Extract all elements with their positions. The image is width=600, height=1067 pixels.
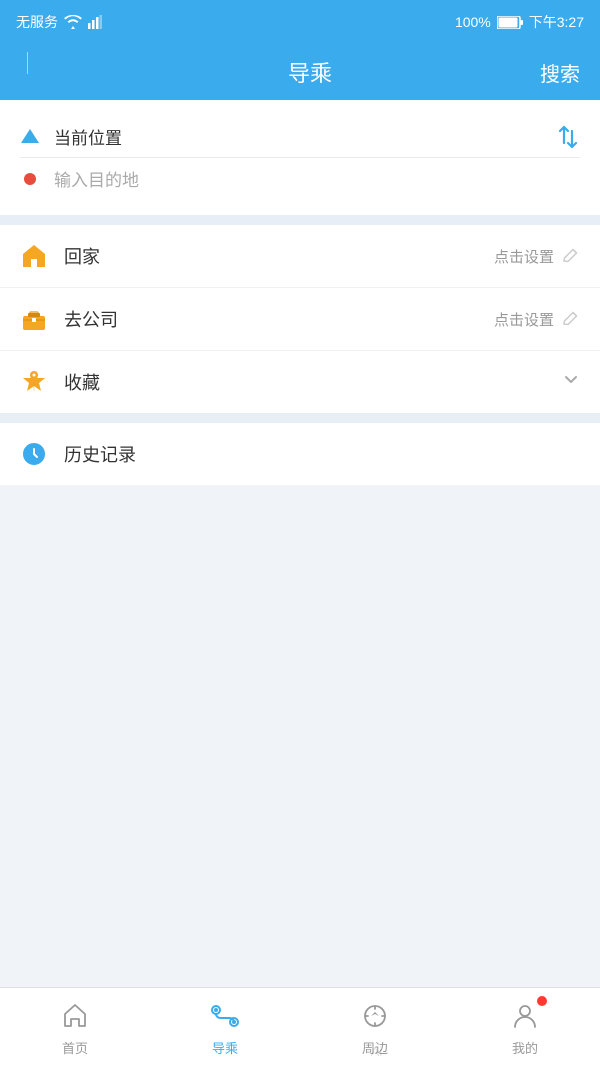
history-item[interactable]: 历史记录 bbox=[0, 423, 600, 485]
home-icon bbox=[20, 243, 48, 269]
history-label: 历史记录 bbox=[64, 441, 580, 467]
time-text: 下午3:27 bbox=[529, 12, 584, 32]
status-bar: 无服务 100% 下午3:27 bbox=[0, 0, 600, 44]
signal-icon bbox=[88, 15, 102, 29]
work-label: 去公司 bbox=[64, 306, 478, 332]
status-right: 100% 下午3:27 bbox=[455, 12, 584, 32]
home-action-text: 点击设置 bbox=[494, 246, 554, 267]
favorites-label: 收藏 bbox=[64, 369, 546, 395]
search-section: 当前位置 输入目的地 bbox=[0, 100, 600, 215]
header-title: 导乘 bbox=[80, 56, 540, 88]
favorites-icon bbox=[20, 369, 48, 395]
nearby-tab-label: 周边 bbox=[362, 1038, 388, 1057]
home-edit-icon bbox=[562, 247, 580, 265]
history-section: 历史记录 bbox=[0, 423, 600, 485]
swap-button[interactable] bbox=[556, 123, 580, 151]
destination-icon bbox=[20, 173, 40, 185]
work-icon bbox=[20, 306, 48, 332]
favorites-item[interactable]: 收藏 bbox=[0, 351, 600, 413]
work-item[interactable]: 去公司 点击设置 bbox=[0, 288, 600, 351]
list-section: 回家 点击设置 去公司 点击 bbox=[0, 225, 600, 413]
guide-tab-icon bbox=[207, 998, 243, 1034]
work-action[interactable]: 点击设置 bbox=[494, 309, 580, 330]
home-item[interactable]: 回家 点击设置 bbox=[0, 225, 600, 288]
tab-mine[interactable]: 我的 bbox=[450, 990, 600, 1065]
wifi-icon bbox=[64, 15, 82, 29]
work-edit-icon bbox=[562, 310, 580, 328]
separator-2 bbox=[0, 413, 600, 423]
guide-tab-label: 导乘 bbox=[212, 1038, 238, 1057]
no-service-text: 无服务 bbox=[16, 12, 58, 32]
app-header: 导乘 搜索 bbox=[0, 44, 600, 100]
current-location-icon bbox=[20, 130, 40, 144]
mine-tab-icon bbox=[507, 998, 543, 1034]
work-action-text: 点击设置 bbox=[494, 309, 554, 330]
history-icon bbox=[20, 441, 48, 467]
tab-guide[interactable]: 导乘 bbox=[150, 990, 300, 1065]
search-button[interactable]: 搜索 bbox=[540, 58, 580, 87]
battery-text: 100% bbox=[455, 14, 491, 30]
home-action[interactable]: 点击设置 bbox=[494, 246, 580, 267]
mine-badge bbox=[537, 996, 547, 1006]
tab-home[interactable]: 首页 bbox=[0, 990, 150, 1065]
main-content: 当前位置 输入目的地 回家 bbox=[0, 100, 600, 1067]
battery-icon bbox=[497, 16, 523, 29]
destination-row[interactable]: 输入目的地 bbox=[20, 158, 580, 199]
tab-bar: 首页 导乘 周边 bbox=[0, 987, 600, 1067]
destination-placeholder[interactable]: 输入目的地 bbox=[54, 166, 580, 191]
mine-tab-label: 我的 bbox=[512, 1038, 538, 1057]
separator-1 bbox=[0, 215, 600, 225]
status-left: 无服务 bbox=[16, 12, 102, 32]
home-label: 回家 bbox=[64, 243, 478, 269]
home-tab-label: 首页 bbox=[62, 1038, 88, 1057]
favorites-chevron bbox=[562, 371, 580, 394]
vertical-connector bbox=[27, 52, 28, 74]
current-location-row[interactable]: 当前位置 bbox=[20, 116, 580, 158]
tab-nearby[interactable]: 周边 bbox=[300, 990, 450, 1065]
home-tab-icon bbox=[57, 998, 93, 1034]
nearby-tab-icon bbox=[357, 998, 393, 1034]
current-location-text: 当前位置 bbox=[54, 124, 580, 149]
